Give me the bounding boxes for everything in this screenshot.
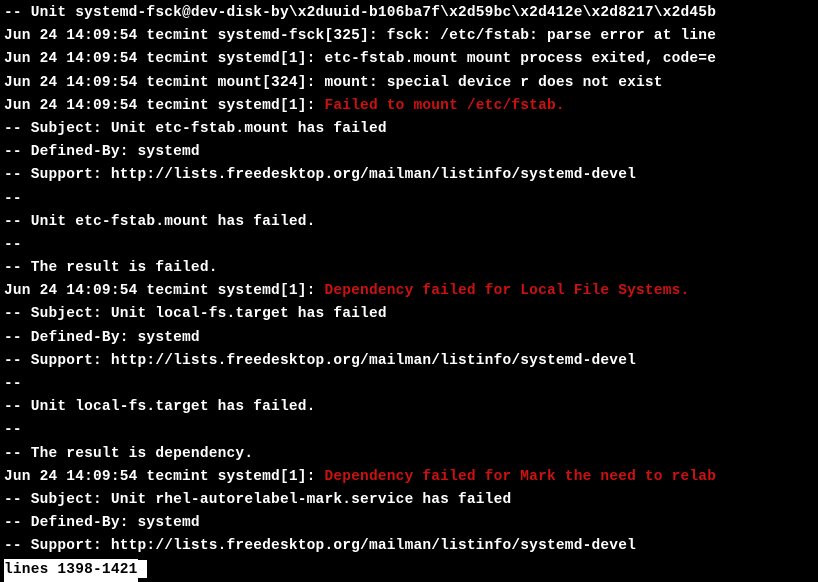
pager-status: lines 1398-1421 (4, 559, 138, 582)
terminal-output[interactable]: -- Unit systemd-fsck@dev-disk-by\x2duuid… (4, 2, 814, 582)
log-line: Jun 24 14:09:54 tecmint systemd[1]: Depe… (4, 466, 814, 489)
log-line: -- The result is dependency. (4, 443, 814, 466)
log-line: Jun 24 14:09:54 tecmint mount[324]: moun… (4, 72, 814, 95)
log-line: -- (4, 419, 814, 442)
log-line: -- The result is failed. (4, 257, 814, 280)
log-line: -- (4, 234, 814, 257)
log-prefix: Jun 24 14:09:54 tecmint systemd[1]: (4, 98, 324, 114)
log-line: Jun 24 14:09:54 tecmint systemd[1]: etc-… (4, 48, 814, 71)
error-text: Dependency failed for Local File Systems… (324, 283, 689, 299)
error-text: Dependency failed for Mark the need to r… (324, 469, 716, 485)
log-line: -- Support: http://lists.freedesktop.org… (4, 350, 814, 373)
log-line: -- Unit systemd-fsck@dev-disk-by\x2duuid… (4, 2, 814, 25)
log-prefix: Jun 24 14:09:54 tecmint systemd[1]: (4, 469, 324, 485)
log-line: -- Defined-By: systemd (4, 141, 814, 164)
log-prefix: Jun 24 14:09:54 tecmint systemd[1]: (4, 283, 324, 299)
log-line: -- Support: http://lists.freedesktop.org… (4, 164, 814, 187)
log-line: Jun 24 14:09:54 tecmint systemd[1]: Depe… (4, 280, 814, 303)
log-line: -- Defined-By: systemd (4, 512, 814, 535)
log-line: -- Defined-By: systemd (4, 327, 814, 350)
error-text: Failed to mount /etc/fstab. (324, 98, 564, 114)
cursor (138, 560, 147, 578)
log-line: -- Unit etc-fstab.mount has failed. (4, 211, 814, 234)
pager-status-line: lines 1398-1421 (4, 559, 814, 582)
log-line: -- Subject: Unit etc-fstab.mount has fai… (4, 118, 814, 141)
log-line: -- Subject: Unit rhel-autorelabel-mark.s… (4, 489, 814, 512)
log-line: -- Unit local-fs.target has failed. (4, 396, 814, 419)
log-line: -- Subject: Unit local-fs.target has fai… (4, 303, 814, 326)
log-line: -- (4, 188, 814, 211)
log-line: -- Support: http://lists.freedesktop.org… (4, 535, 814, 558)
log-line: -- (4, 373, 814, 396)
log-line: Jun 24 14:09:54 tecmint systemd[1]: Fail… (4, 95, 814, 118)
log-line: Jun 24 14:09:54 tecmint systemd-fsck[325… (4, 25, 814, 48)
